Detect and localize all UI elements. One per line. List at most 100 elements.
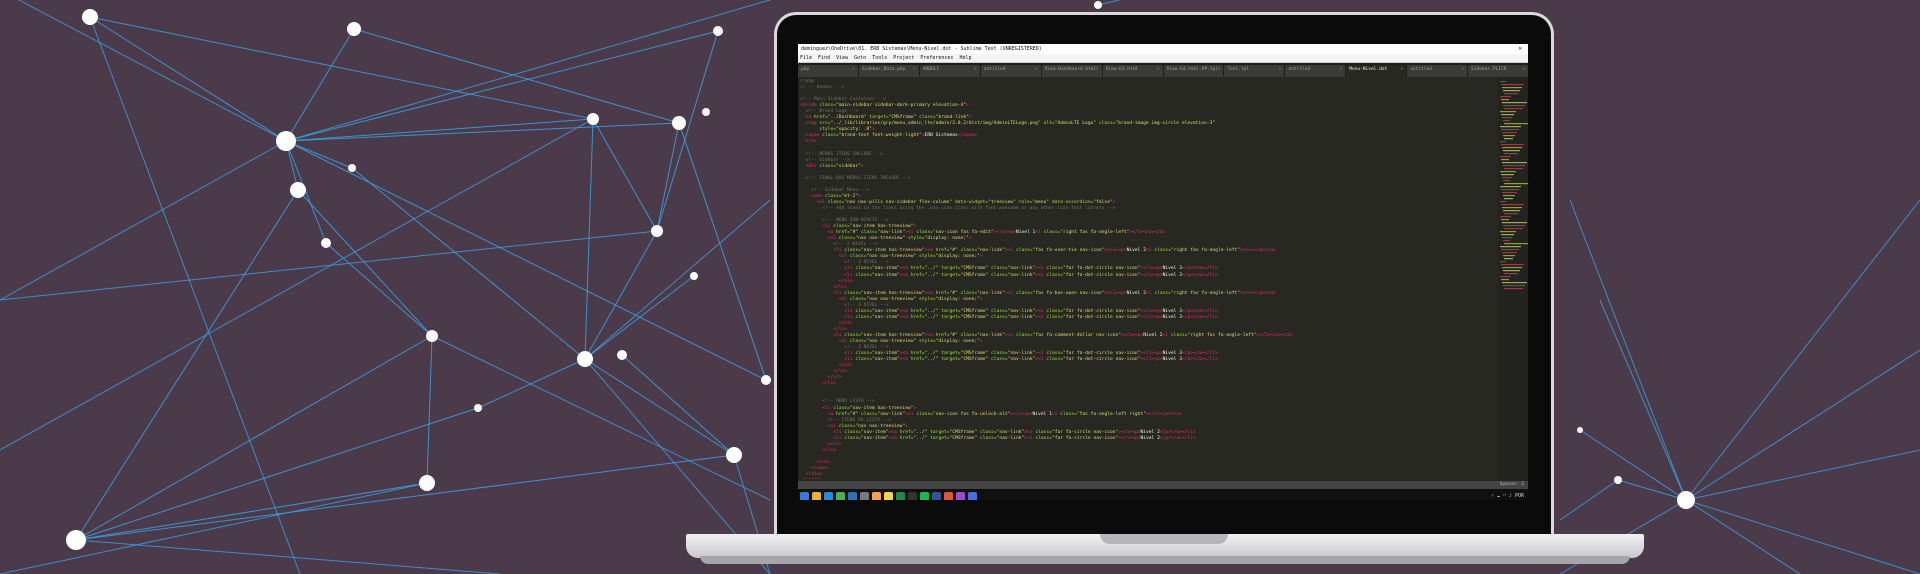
network-node bbox=[82, 9, 98, 25]
wifi-icon[interactable]: ◠ bbox=[1503, 493, 1506, 499]
menu-item-file[interactable]: File bbox=[800, 54, 812, 62]
network-line bbox=[285, 140, 353, 169]
tab-4[interactable]: View-Dashboard.html × bbox=[1041, 65, 1102, 77]
tab-label: untitled bbox=[1410, 67, 1432, 72]
network-line bbox=[584, 199, 771, 360]
minimap-line bbox=[1503, 240, 1510, 242]
tab-11[interactable]: Sidebar.PLICK × bbox=[1468, 65, 1528, 77]
network-node bbox=[617, 350, 627, 360]
minimap[interactable] bbox=[1498, 77, 1528, 481]
minimap-preview bbox=[1500, 81, 1528, 290]
terminal-icon[interactable] bbox=[908, 491, 917, 500]
menu-item-view[interactable]: View bbox=[836, 54, 848, 62]
tab-close-icon[interactable]: × bbox=[1035, 65, 1038, 75]
tab-bar: php × Sidebar_Data.php × ARBOL1 × untitled × Vie… bbox=[798, 63, 1528, 77]
minimap-line bbox=[1504, 213, 1518, 215]
tab-close-icon[interactable]: × bbox=[1279, 65, 1282, 75]
tab-close-icon[interactable]: × bbox=[852, 65, 855, 75]
tab-close-icon[interactable]: × bbox=[1522, 65, 1525, 75]
tab-0[interactable]: php × bbox=[798, 65, 858, 77]
status-indentation[interactable]: Spaces: 2 bbox=[1500, 481, 1524, 489]
menu-item-project[interactable]: Project bbox=[893, 54, 914, 62]
word-icon[interactable] bbox=[932, 491, 941, 500]
minimap-line bbox=[1501, 174, 1514, 176]
network-line bbox=[75, 482, 428, 541]
menu-item-goto[interactable]: Goto bbox=[854, 54, 866, 62]
minimap-line bbox=[1504, 93, 1518, 95]
brave-icon[interactable] bbox=[944, 491, 953, 500]
tab-close-icon[interactable]: × bbox=[913, 65, 916, 75]
tab-6[interactable]: View-Ed.html.PP.tpl × bbox=[1163, 65, 1224, 77]
menu-item-help[interactable]: Help bbox=[959, 54, 971, 62]
menu-item-preferences[interactable]: Preferences bbox=[920, 54, 953, 62]
network-line bbox=[285, 0, 771, 142]
tab-3[interactable]: untitled × bbox=[980, 65, 1041, 77]
excel-icon[interactable] bbox=[896, 491, 905, 500]
tab-close-icon[interactable]: × bbox=[974, 65, 977, 75]
language-indicator[interactable]: POR bbox=[1515, 493, 1524, 499]
tab-close-icon[interactable]: × bbox=[1218, 65, 1221, 75]
network-line bbox=[584, 118, 594, 360]
network-line bbox=[17, 0, 287, 142]
network-line bbox=[1685, 449, 1920, 501]
minimap-line bbox=[1501, 249, 1519, 251]
menu-item-tools[interactable]: Tools bbox=[872, 54, 887, 62]
network-node bbox=[702, 108, 710, 116]
tab-5[interactable]: View-Ed.html × bbox=[1102, 65, 1163, 77]
tab-9[interactable]: Menu-Nivel.dot × bbox=[1346, 65, 1407, 77]
minimap-line bbox=[1503, 225, 1525, 227]
menu-bar: File Find View Goto Tools Project Preferences H… bbox=[798, 54, 1528, 63]
sublime-text-icon[interactable] bbox=[872, 491, 881, 500]
network-line bbox=[592, 118, 658, 232]
minimap-line bbox=[1503, 90, 1520, 92]
tab-8[interactable]: untitled × bbox=[1285, 65, 1346, 77]
tab-close-icon[interactable]: × bbox=[1340, 65, 1343, 75]
minimap-line bbox=[1500, 96, 1511, 98]
code-editor[interactable]: <?php // -- header --> <!-- Main Sidebar… bbox=[798, 77, 1528, 481]
minimap-line bbox=[1501, 99, 1509, 101]
minimap-line bbox=[1500, 126, 1521, 128]
minimap-line bbox=[1502, 237, 1512, 239]
minimap-line bbox=[1504, 183, 1528, 185]
tab-2[interactable]: ARBOL1 × bbox=[919, 65, 980, 77]
tab-close-icon[interactable]: × bbox=[1461, 65, 1464, 75]
tab-7[interactable]: Test.tpl × bbox=[1224, 65, 1285, 77]
cloud-icon[interactable]: ☁ bbox=[1497, 493, 1500, 499]
browser-icon[interactable] bbox=[968, 491, 977, 500]
close-icon[interactable]: ✕ bbox=[1518, 44, 1528, 54]
tab-close-icon[interactable]: × bbox=[1157, 65, 1160, 75]
menu-item-find[interactable]: Find bbox=[818, 54, 830, 62]
spotify-icon[interactable] bbox=[920, 491, 929, 500]
minimap-line bbox=[1501, 279, 1509, 281]
network-line bbox=[678, 122, 767, 381]
minimap-line bbox=[1501, 264, 1524, 266]
minimap-line bbox=[1500, 216, 1511, 218]
start-icon[interactable] bbox=[800, 491, 809, 500]
minimap-line bbox=[1503, 195, 1515, 197]
network-line bbox=[656, 30, 719, 232]
minimap-line bbox=[1503, 165, 1525, 167]
minimap-line bbox=[1500, 201, 1506, 203]
paint-icon[interactable] bbox=[956, 491, 965, 500]
network-line bbox=[89, 16, 301, 574]
chrome-icon[interactable] bbox=[836, 491, 845, 500]
tab-1[interactable]: Sidebar_Data.php × bbox=[858, 65, 919, 77]
network-node bbox=[66, 530, 86, 550]
minimap-line bbox=[1503, 255, 1515, 257]
chevron-up-icon[interactable]: ˄ bbox=[1491, 493, 1494, 499]
tab-10[interactable]: untitled × bbox=[1407, 65, 1468, 77]
minimap-line bbox=[1502, 267, 1522, 269]
notes-icon[interactable] bbox=[884, 491, 893, 500]
minimap-line bbox=[1500, 111, 1516, 113]
file-explorer-icon[interactable] bbox=[812, 491, 821, 500]
tab-close-icon[interactable]: × bbox=[1401, 65, 1404, 75]
code-content[interactable]: <?php // -- header --> <!-- Main Sidebar… bbox=[800, 79, 1490, 479]
tab-close-icon[interactable]: × bbox=[1096, 65, 1099, 75]
edge-browser-icon[interactable] bbox=[824, 491, 833, 500]
app-icon[interactable] bbox=[860, 491, 869, 500]
mail-icon[interactable] bbox=[848, 491, 857, 500]
volume-icon[interactable]: ♪ bbox=[1509, 493, 1512, 499]
minimap-line bbox=[1502, 252, 1517, 254]
network-line bbox=[75, 335, 433, 541]
network-node bbox=[761, 375, 771, 385]
